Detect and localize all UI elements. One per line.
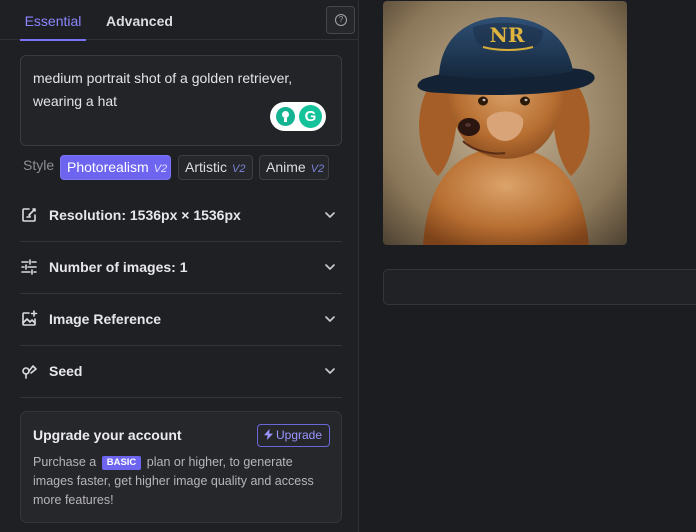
accordion-label: Image Reference bbox=[49, 311, 162, 327]
prompt-input[interactable]: medium portrait shot of a golden retriev… bbox=[20, 55, 342, 146]
resize-icon bbox=[22, 208, 36, 222]
question-circle-icon: ? bbox=[335, 14, 347, 26]
upgrade-button-label: Upgrade bbox=[276, 428, 323, 442]
upgrade-card: Upgrade your account Upgrade Purchase a … bbox=[20, 411, 342, 523]
chevron-down-icon bbox=[325, 316, 335, 322]
help-button[interactable]: ? bbox=[326, 6, 355, 34]
tab-essential[interactable]: Essential bbox=[20, 0, 86, 41]
grammarly-widget[interactable]: G bbox=[270, 102, 326, 131]
style-name: Anime bbox=[266, 159, 306, 175]
style-label: Style bbox=[23, 157, 55, 173]
hat-logo-text: NR bbox=[490, 23, 525, 47]
accordion-label: Resolution: 1536px × 1536px bbox=[49, 207, 241, 223]
image-add-icon bbox=[22, 310, 38, 326]
result-toolbar bbox=[383, 269, 696, 305]
upgrade-button[interactable]: Upgrade bbox=[257, 424, 330, 447]
style-anime-button[interactable]: Anime V2 bbox=[259, 155, 329, 180]
style-version: V2 bbox=[153, 163, 168, 175]
number-of-images-accordion[interactable]: Number of images: 1 bbox=[20, 257, 342, 294]
grammarly-lightbulb-icon[interactable] bbox=[276, 107, 295, 126]
style-name: Photorealism bbox=[67, 159, 149, 175]
tab-advanced[interactable]: Advanced bbox=[106, 0, 173, 40]
style-version: V2 bbox=[232, 163, 246, 175]
grammarly-g-icon[interactable]: G bbox=[299, 105, 322, 128]
upgrade-description: Purchase a BASIC plan or higher, to gene… bbox=[33, 453, 333, 510]
upgrade-text-before: Purchase a bbox=[33, 455, 97, 469]
chevron-down-icon bbox=[325, 368, 335, 374]
settings-panel: Essential Advanced ? medium portrait sho… bbox=[0, 0, 359, 532]
sliders-icon bbox=[21, 259, 37, 275]
lightning-icon bbox=[264, 429, 273, 440]
upgrade-title: Upgrade your account bbox=[33, 427, 182, 443]
style-photorealism-button[interactable]: Photorealism V2 bbox=[60, 155, 171, 180]
golden-retriever-image: NR bbox=[383, 1, 627, 245]
generated-image[interactable]: NR bbox=[383, 1, 627, 245]
chevron-down-icon bbox=[325, 212, 335, 218]
chevron-down-icon bbox=[325, 264, 335, 270]
style-version: V2 bbox=[310, 163, 325, 175]
seed-icon bbox=[22, 365, 37, 379]
style-name: Artistic bbox=[185, 159, 227, 175]
plan-badge: BASIC bbox=[101, 456, 142, 470]
accordion-label: Seed bbox=[49, 363, 83, 379]
style-artistic-button[interactable]: Artistic V2 bbox=[178, 155, 253, 180]
tab-bar: Essential Advanced ? bbox=[0, 0, 358, 41]
seed-accordion[interactable]: Seed bbox=[20, 361, 342, 398]
resolution-accordion[interactable]: Resolution: 1536px × 1536px bbox=[20, 205, 342, 242]
image-reference-accordion[interactable]: Image Reference bbox=[20, 309, 342, 346]
accordion-label: Number of images: 1 bbox=[49, 259, 188, 275]
